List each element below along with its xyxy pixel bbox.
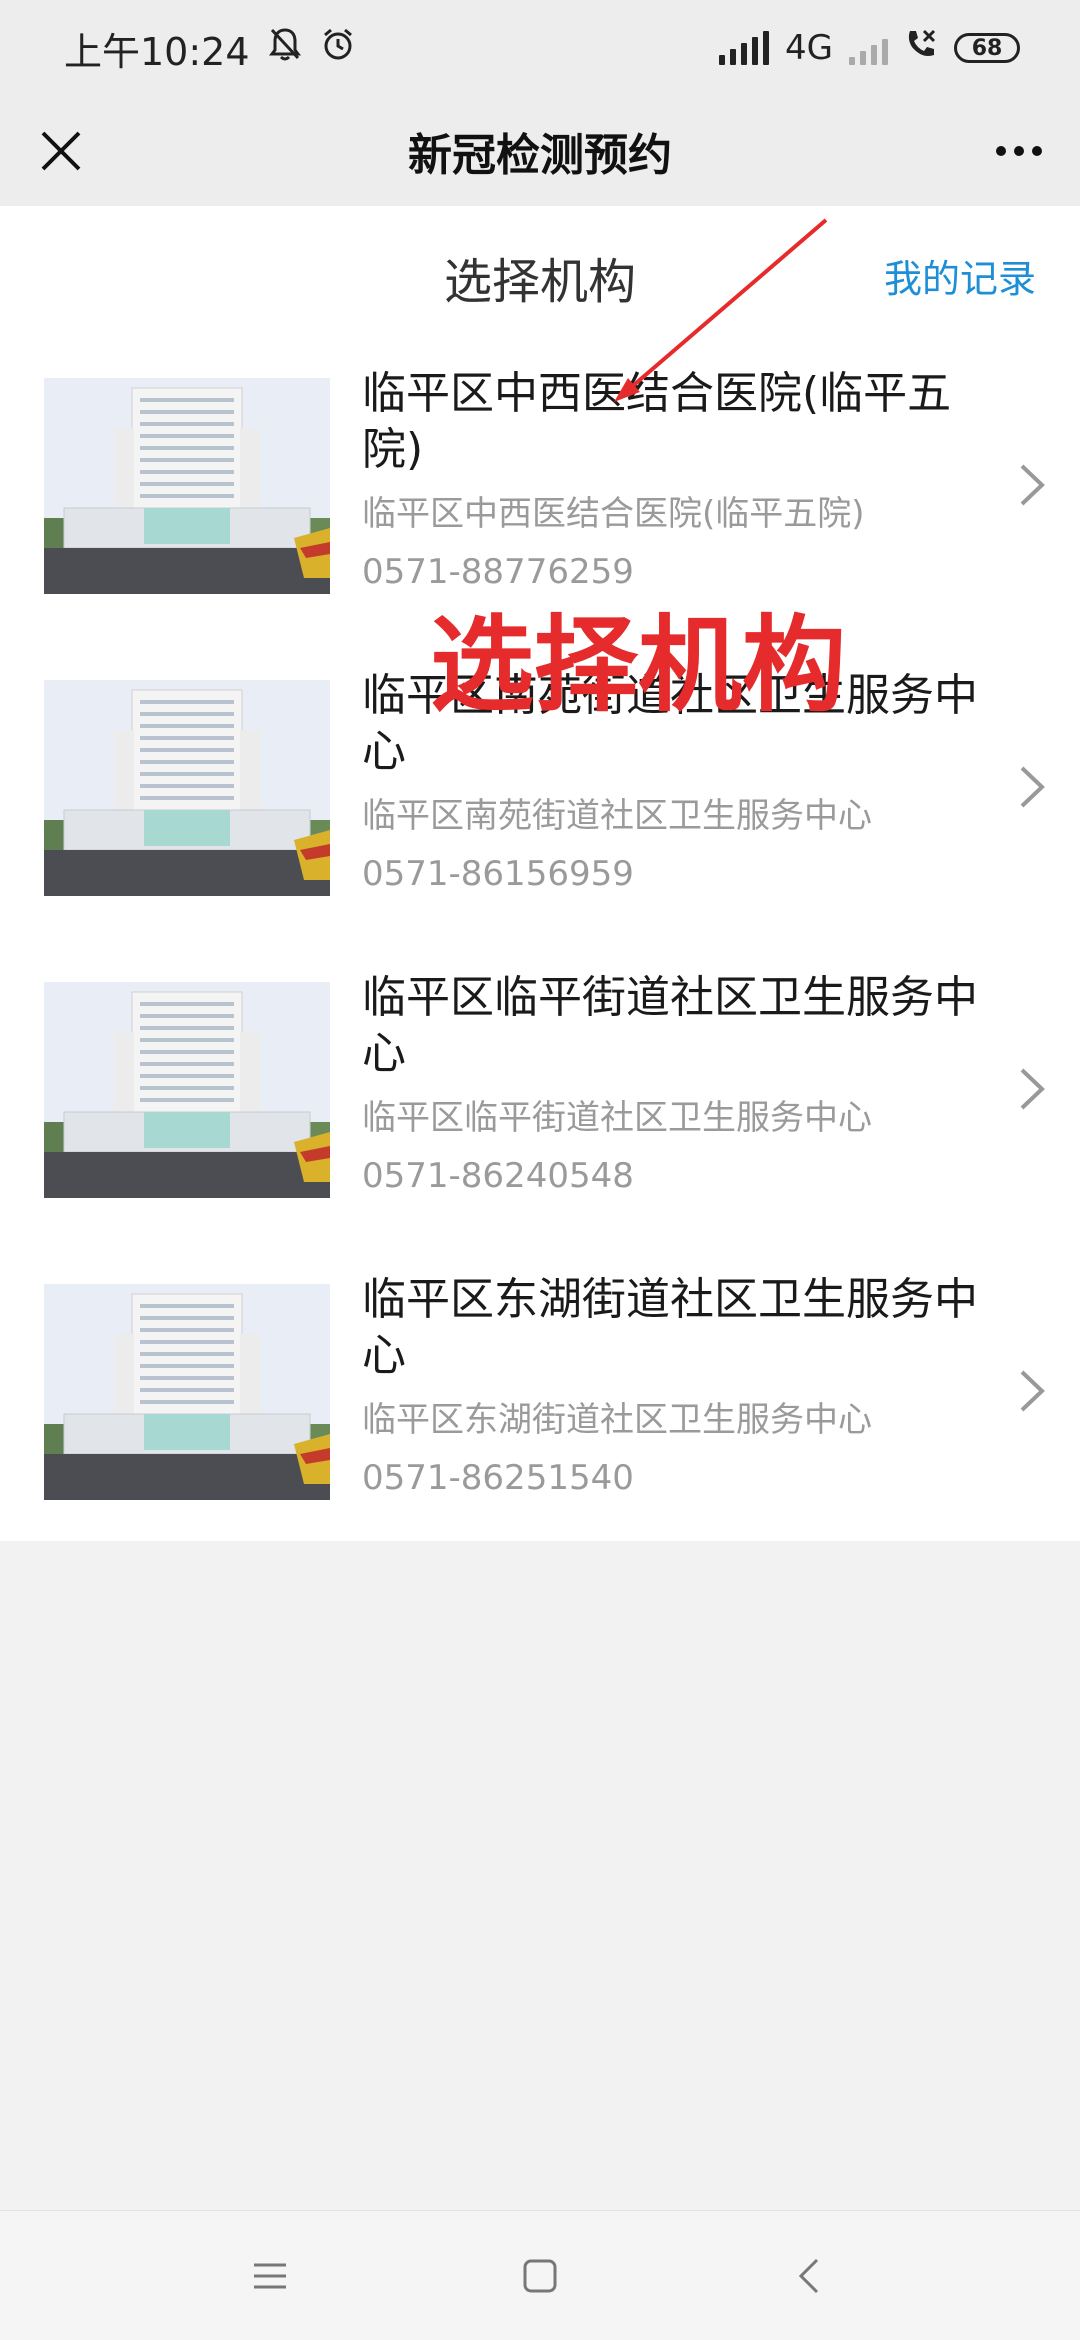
my-records-link[interactable]: 我的记录 — [884, 248, 1036, 303]
alarm-icon — [320, 26, 356, 71]
institution-phone: 0571-86251540 — [362, 1458, 634, 1498]
battery-icon: 68 — [954, 33, 1020, 63]
institution-list: 临平区中西医结合医院(临平五院) 临平区中西医结合医院(临平五院) 0571-8… — [0, 336, 1080, 1544]
network-type: 4G — [785, 28, 833, 68]
battery-level: 68 — [971, 35, 1003, 61]
page-title: 新冠检测预约 — [408, 130, 672, 181]
institution-row[interactable]: 临平区东湖街道社区卫生服务中心 临平区东湖街道社区卫生服务中心 0571-862… — [0, 1242, 1080, 1544]
system-nav-bar — [0, 2210, 1080, 2340]
institution-row[interactable]: 临平区临平街道社区卫生服务中心 临平区临平街道社区卫生服务中心 0571-862… — [0, 940, 1080, 1242]
institution-subtitle: 临平区南苑街道社区卫生服务中心 — [362, 796, 872, 836]
chevron-right-icon — [1020, 1068, 1045, 1110]
institution-text: 临平区东湖街道社区卫生服务中心 临平区东湖街道社区卫生服务中心 0571-862… — [362, 1272, 1002, 1500]
chevron-right-icon — [1020, 464, 1045, 506]
section-header: 选择机构 我的记录 — [0, 206, 1080, 336]
signal-weak-icon — [849, 31, 888, 65]
annotation-label: 选择机构 — [430, 604, 847, 726]
hospital-image — [44, 378, 330, 594]
home-icon[interactable] — [510, 2246, 570, 2306]
status-bar: 上午10:24 4G 68 — [0, 0, 1080, 96]
institution-phone: 0571-86240548 — [362, 1156, 634, 1196]
chevron-right-icon — [1020, 766, 1045, 808]
mute-bell-icon — [268, 26, 302, 71]
phone-screen: 上午10:24 4G 68 新冠检测预约 选择机构 我的记录 临平区中西医结合医… — [0, 0, 1080, 2340]
status-left: 上午10:24 — [64, 21, 356, 76]
menu-icon[interactable] — [240, 2246, 300, 2306]
institution-subtitle: 临平区临平街道社区卫生服务中心 — [362, 1098, 872, 1138]
institution-name: 临平区中西医结合医院(临平五院) — [362, 368, 952, 475]
status-right: 4G 68 — [719, 27, 1020, 70]
institution-subtitle: 临平区中西医结合医院(临平五院) — [362, 494, 865, 534]
close-icon[interactable] — [28, 118, 94, 184]
chevron-right-icon — [1020, 1370, 1045, 1412]
title-bar: 新冠检测预约 — [0, 96, 1080, 206]
more-icon[interactable] — [986, 118, 1052, 184]
hospital-image — [44, 1284, 330, 1500]
institution-subtitle: 临平区东湖街道社区卫生服务中心 — [362, 1400, 872, 1440]
institution-name: 临平区东湖街道社区卫生服务中心 — [362, 1274, 978, 1381]
hospital-image — [44, 680, 330, 896]
institution-text: 临平区临平街道社区卫生服务中心 临平区临平街道社区卫生服务中心 0571-862… — [362, 970, 1002, 1198]
signal-icon — [719, 31, 770, 65]
institution-name: 临平区临平街道社区卫生服务中心 — [362, 972, 978, 1079]
back-icon[interactable] — [780, 2246, 840, 2306]
status-time: 上午10:24 — [64, 29, 250, 74]
main-content: 选择机构 我的记录 临平区中西医结合医院(临平五院) 临平区中西医结合医院(临平… — [0, 206, 1080, 1541]
call-icon — [904, 27, 938, 70]
institution-text: 临平区中西医结合医院(临平五院) 临平区中西医结合医院(临平五院) 0571-8… — [362, 366, 1002, 594]
hospital-image — [44, 982, 330, 1198]
institution-phone: 0571-86156959 — [362, 854, 634, 894]
